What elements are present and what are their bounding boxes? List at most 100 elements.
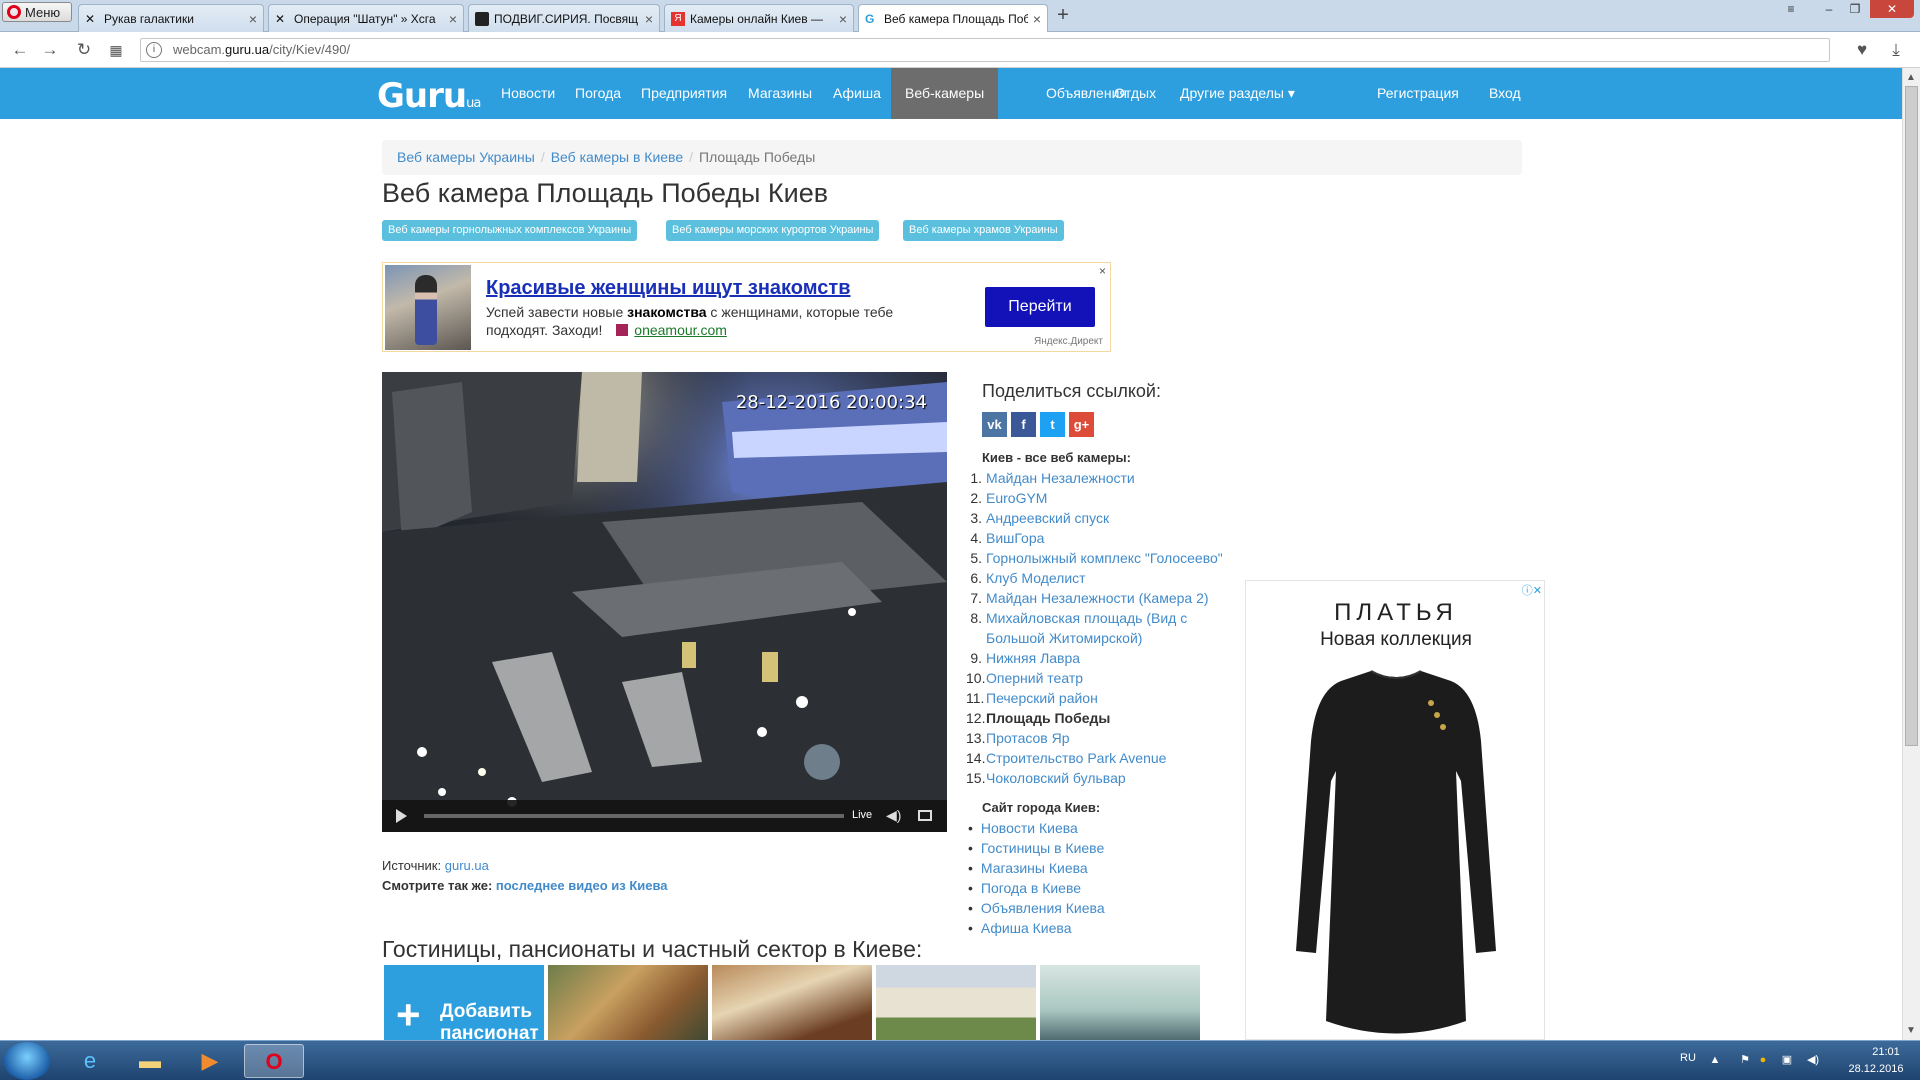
cam-link[interactable]: Клуб Моделист — [986, 568, 1086, 588]
nav-news[interactable]: Новости — [501, 68, 555, 119]
reload-icon[interactable]: ↻ — [74, 40, 94, 60]
page-scrollbar[interactable]: ▲ ▼ — [1902, 68, 1920, 1040]
tab-menu-icon[interactable]: ≡ — [1778, 0, 1804, 18]
language-indicator[interactable]: RU — [1680, 1052, 1696, 1064]
nav-afisha[interactable]: Афиша — [833, 68, 881, 119]
city-site-link[interactable]: Новости Киева — [981, 820, 1078, 836]
explorer-folder-icon[interactable]: ▬ — [120, 1044, 180, 1078]
city-site-link[interactable]: Магазины Киева — [981, 860, 1088, 876]
play-icon[interactable] — [396, 809, 407, 823]
city-site-link[interactable]: Гостиницы в Киеве — [981, 840, 1104, 856]
cam-link[interactable]: Майдан Незалежности — [986, 468, 1135, 488]
see-also-link[interactable]: последнее видео из Киева — [496, 878, 668, 893]
cam-link[interactable]: Печерский район — [986, 688, 1098, 708]
internet-explorer-icon[interactable]: e — [60, 1044, 120, 1078]
browser-tab[interactable]: ✕ Рукав галактики × — [78, 4, 264, 32]
browser-tab[interactable]: ПОДВИГ.СИРИЯ. Посвящ × — [468, 4, 660, 32]
twitter-icon[interactable]: t — [1040, 412, 1065, 437]
tab-close-icon[interactable]: × — [839, 11, 847, 27]
tray-app-icon[interactable]: ● — [1756, 1053, 1770, 1067]
hotel-thumbnail[interactable] — [876, 965, 1036, 1040]
cam-link[interactable]: Андреевский спуск — [986, 508, 1109, 528]
cam-link[interactable]: Горнолыжный комплекс "Голосеево" — [986, 548, 1223, 568]
tab-close-icon[interactable]: × — [249, 11, 257, 27]
opera-taskbar-icon[interactable]: O — [244, 1044, 304, 1078]
vk-icon[interactable]: vk — [982, 412, 1007, 437]
scroll-up-icon[interactable]: ▲ — [1906, 72, 1916, 83]
add-pension-button[interactable]: + Добавить пансионат — [384, 965, 544, 1040]
hotel-thumbnail[interactable] — [548, 965, 708, 1040]
tag-ski-resorts[interactable]: Веб камеры горнолыжных комплексов Украин… — [382, 220, 638, 241]
maximize-button[interactable]: ❐ — [1842, 0, 1868, 18]
guru-logo[interactable]: Guruua — [377, 76, 481, 116]
nav-other-sections[interactable]: Другие разделы ▾ — [1180, 68, 1295, 119]
opera-menu-button[interactable]: Меню — [2, 2, 72, 22]
breadcrumb-link[interactable]: Веб камеры в Киеве — [551, 149, 683, 165]
city-site-link[interactable]: Погода в Киеве — [981, 880, 1081, 896]
tab-close-icon[interactable]: × — [449, 11, 457, 27]
browser-tab[interactable]: ✕ Операция "Шатун" » Хсга × — [268, 4, 464, 32]
media-player-icon[interactable]: ▶ — [180, 1044, 240, 1078]
facebook-icon[interactable]: f — [1011, 412, 1036, 437]
tab-close-icon[interactable]: × — [1033, 11, 1041, 27]
cam-link[interactable]: Строительство Park Avenue — [986, 748, 1166, 768]
cam-link[interactable]: Михайловская площадь (Вид с Большой Жито… — [986, 608, 1226, 648]
tag-temples[interactable]: Веб камеры храмов Украины — [903, 220, 1064, 241]
clock-date[interactable]: 28.12.2016 — [1838, 1063, 1914, 1075]
nav-rest[interactable]: Отдых — [1114, 68, 1156, 119]
volume-icon[interactable]: ◀) — [886, 807, 901, 824]
nav-webcams[interactable]: Веб-камеры — [891, 68, 999, 119]
browser-tab-active[interactable]: G Веб камера Площадь Поб × — [858, 4, 1048, 33]
nav-register[interactable]: Регистрация — [1377, 68, 1459, 119]
webcam-video-player[interactable]: 28-12-2016 20:00:34 Live ◀) — [382, 372, 947, 832]
action-center-flag-icon[interactable]: ⚑ — [1738, 1053, 1752, 1067]
cam-link[interactable]: Протасов Яр — [986, 728, 1070, 748]
nav-companies[interactable]: Предприятия — [641, 68, 727, 119]
nav-shops[interactable]: Магазины — [748, 68, 812, 119]
fullscreen-icon[interactable] — [918, 810, 932, 821]
url-input[interactable]: webcam.guru.ua/city/Kiev/490/ — [140, 38, 1830, 62]
cam-link[interactable]: Майдан Незалежности (Камера 2) — [986, 588, 1209, 608]
google-plus-icon[interactable]: g+ — [1069, 412, 1094, 437]
browser-tab[interactable]: Я Камеры онлайн Киев — × — [664, 4, 854, 32]
ad-image[interactable] — [385, 265, 471, 350]
nav-weather[interactable]: Погода — [575, 68, 621, 119]
breadcrumb-link[interactable]: Веб камеры Украины — [397, 149, 535, 165]
cam-link[interactable]: EuroGYM — [986, 488, 1047, 508]
network-icon[interactable]: ▣ — [1780, 1053, 1794, 1067]
new-tab-button[interactable]: + — [1052, 4, 1074, 26]
scroll-thumb[interactable] — [1905, 86, 1918, 746]
adchoices-icon[interactable]: ⓘ✕ — [1522, 582, 1542, 598]
hotel-thumbnail[interactable] — [1040, 965, 1200, 1040]
tray-expand-icon[interactable]: ▲ — [1708, 1053, 1722, 1067]
cam-link[interactable]: Оперний театр — [986, 668, 1083, 688]
minimize-button[interactable]: – — [1816, 0, 1842, 18]
start-button[interactable] — [4, 1042, 50, 1080]
forward-arrow-icon[interactable]: → — [40, 40, 60, 60]
ad-title-link[interactable]: Красивые женщины ищут знакомств — [486, 277, 851, 300]
speed-dial-grid-icon[interactable]: ▦ — [106, 40, 126, 60]
source-link[interactable]: guru.ua — [445, 858, 489, 873]
video-progress-track[interactable] — [424, 814, 844, 818]
scroll-down-icon[interactable]: ▼ — [1906, 1025, 1916, 1036]
bookmark-heart-icon[interactable]: ♥ — [1852, 40, 1872, 60]
hotel-thumbnail[interactable] — [712, 965, 872, 1040]
tag-sea-resorts[interactable]: Веб камеры морских курортов Украины — [666, 220, 880, 241]
tab-close-icon[interactable]: × — [645, 11, 653, 27]
close-window-button[interactable]: ✕ — [1870, 0, 1914, 18]
cam-link[interactable]: Нижняя Лавра — [986, 648, 1080, 668]
nav-login[interactable]: Вход — [1489, 68, 1521, 119]
back-arrow-icon[interactable]: ← — [10, 40, 30, 60]
dress-banner-ad[interactable]: ⓘ✕ ПЛАТЬЯ Новая коллекция — [1245, 580, 1545, 1040]
clock-time[interactable]: 21:01 — [1858, 1046, 1914, 1058]
ad-close-icon[interactable]: × — [1099, 264, 1106, 278]
ad-domain-link[interactable]: oneamour.com — [634, 322, 727, 338]
cam-link[interactable]: Чоколовский бульвар — [986, 768, 1126, 788]
volume-tray-icon[interactable]: ◀) — [1806, 1053, 1820, 1067]
download-icon[interactable]: ⤓ — [1886, 40, 1906, 60]
ad-go-button[interactable]: Перейти — [985, 287, 1095, 327]
city-site-link[interactable]: Афиша Киева — [981, 920, 1072, 936]
cam-link[interactable]: ВишГора — [986, 528, 1044, 548]
city-site-link[interactable]: Объявления Киева — [981, 900, 1105, 916]
yandex-direct-ad[interactable]: Красивые женщины ищут знакомств Успей за… — [382, 262, 1111, 352]
